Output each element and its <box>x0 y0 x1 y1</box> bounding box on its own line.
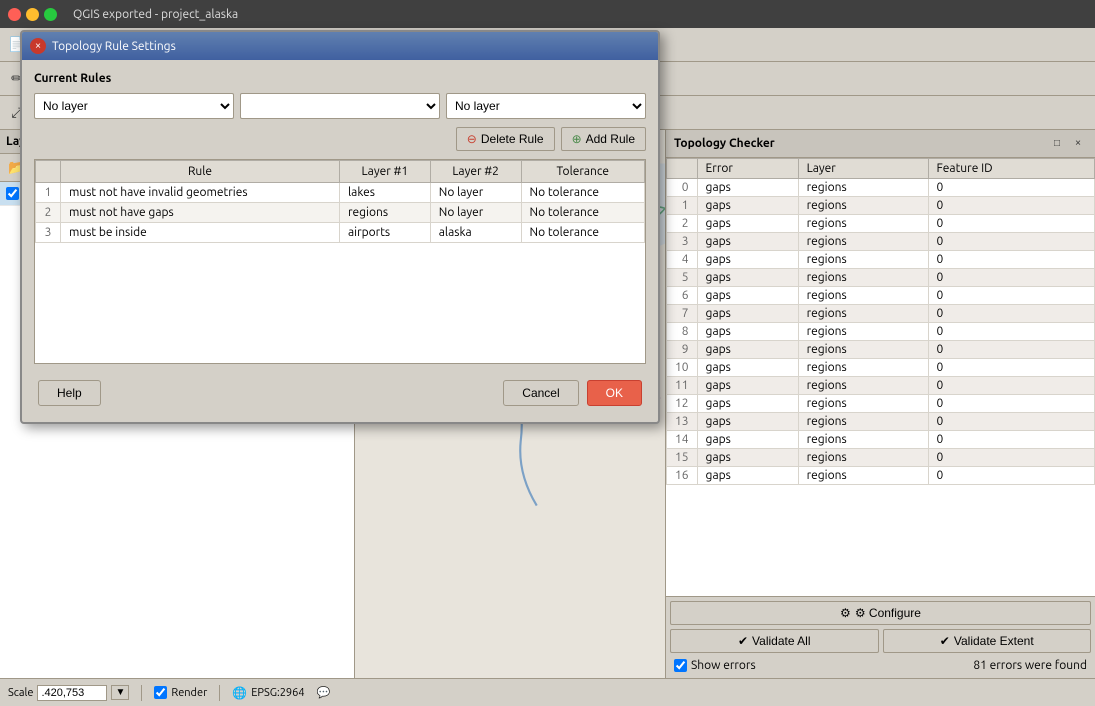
rule-actions: ⊖ Delete Rule ⊕ Add Rule <box>34 127 646 151</box>
rule-num: 1 <box>36 183 61 203</box>
rule-layer1: airports <box>339 223 430 243</box>
dialog-buttons: Help Cancel OK <box>34 372 646 410</box>
rule-tolerance: No tolerance <box>521 203 644 223</box>
help-button[interactable]: Help <box>38 380 101 406</box>
rule-table-row[interactable]: 3 must be inside airports alaska No tole… <box>36 223 645 243</box>
rule-layer1: regions <box>339 203 430 223</box>
delete-icon: ⊖ <box>467 132 477 146</box>
current-rules-label: Current Rules <box>34 72 646 85</box>
ok-button[interactable]: OK <box>587 380 642 406</box>
dialog-content: Current Rules No layer No layer ⊖ Delete… <box>22 60 658 422</box>
add-rule-button[interactable]: ⊕ Add Rule <box>561 127 646 151</box>
cancel-button[interactable]: Cancel <box>503 380 578 406</box>
rule-layer1: lakes <box>339 183 430 203</box>
add-rule-label: Add Rule <box>586 132 635 146</box>
rule-layer2: No layer <box>430 203 521 223</box>
rule-layer2: No layer <box>430 183 521 203</box>
dialog-titlebar: × Topology Rule Settings <box>22 32 658 60</box>
rule-num: 2 <box>36 203 61 223</box>
empty-rules-area <box>35 243 645 363</box>
dialog-overlay: × Topology Rule Settings Current Rules N… <box>0 0 1095 706</box>
rule-col-num <box>36 161 61 183</box>
rule-col-rule: Rule <box>61 161 340 183</box>
rule-tolerance: No tolerance <box>521 183 644 203</box>
rule-col-layer2: Layer #2 <box>430 161 521 183</box>
rule-type-select[interactable] <box>240 93 440 119</box>
rule-name: must not have gaps <box>61 203 340 223</box>
topology-rule-settings-dialog: × Topology Rule Settings Current Rules N… <box>20 30 660 424</box>
layer1-select[interactable]: No layer <box>34 93 234 119</box>
delete-rule-button[interactable]: ⊖ Delete Rule <box>456 127 555 151</box>
rule-layer2: alaska <box>430 223 521 243</box>
rule-tolerance: No tolerance <box>521 223 644 243</box>
add-icon: ⊕ <box>572 132 582 146</box>
rule-num: 3 <box>36 223 61 243</box>
dialog-close-button[interactable]: × <box>30 38 46 54</box>
rule-col-tolerance: Tolerance <box>521 161 644 183</box>
rule-table-row[interactable]: 2 must not have gaps regions No layer No… <box>36 203 645 223</box>
rule-name: must be inside <box>61 223 340 243</box>
rule-name: must not have invalid geometries <box>61 183 340 203</box>
rule-selectors: No layer No layer <box>34 93 646 119</box>
rule-col-layer1: Layer #1 <box>339 161 430 183</box>
dialog-title: Topology Rule Settings <box>52 40 176 53</box>
rules-table-container: Rule Layer #1 Layer #2 Tolerance 1 must … <box>34 159 646 364</box>
rules-table: Rule Layer #1 Layer #2 Tolerance 1 must … <box>35 160 645 243</box>
layer2-select[interactable]: No layer <box>446 93 646 119</box>
rule-table-row[interactable]: 1 must not have invalid geometries lakes… <box>36 183 645 203</box>
delete-rule-label: Delete Rule <box>481 132 544 146</box>
